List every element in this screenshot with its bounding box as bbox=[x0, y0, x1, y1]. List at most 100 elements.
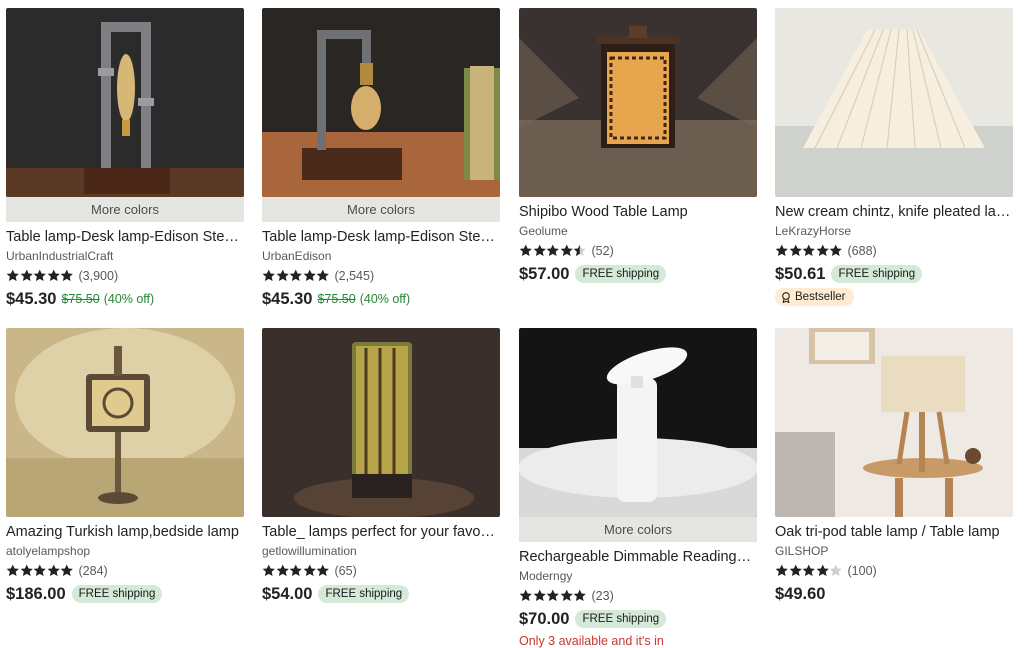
discount: (40% off) bbox=[103, 292, 155, 306]
rating: (3,900) bbox=[6, 268, 244, 284]
listing-card[interactable]: More colors Table lamp-Desk lamp-Edison … bbox=[262, 8, 500, 310]
listing-image[interactable] bbox=[6, 8, 244, 197]
shop-name[interactable]: getlowillumination bbox=[262, 543, 500, 559]
listing-card[interactable]: More colors Table lamp-Desk lamp-Edison … bbox=[6, 8, 244, 310]
listing-image[interactable] bbox=[519, 328, 757, 517]
price-row: $50.61 FREE shipping bbox=[775, 263, 1013, 285]
review-count: (100) bbox=[847, 564, 877, 578]
bestseller-badge: Bestseller bbox=[775, 288, 854, 306]
free-shipping-badge: FREE shipping bbox=[318, 585, 410, 603]
star-rating bbox=[262, 269, 330, 283]
listing-image[interactable] bbox=[262, 328, 500, 517]
price-row: $45.30 $75.50 (40% off) bbox=[262, 288, 500, 310]
star-icon bbox=[573, 244, 586, 257]
star-rating bbox=[519, 244, 587, 258]
shop-name[interactable]: LeKrazyHorse bbox=[775, 223, 1013, 239]
star-icon bbox=[560, 244, 573, 257]
star-icon bbox=[276, 564, 289, 577]
listing-card[interactable]: Oak tri-pod table lamp / Table lamp GILS… bbox=[775, 328, 1013, 605]
listing-title[interactable]: Table lamp-Desk lamp-Edison Steampunk la… bbox=[6, 228, 242, 246]
star-icon bbox=[20, 564, 33, 577]
star-icon bbox=[829, 564, 842, 577]
price: $186.00 bbox=[6, 584, 66, 603]
price: $50.61 bbox=[775, 264, 826, 283]
star-icon bbox=[519, 589, 532, 602]
review-count: (52) bbox=[591, 244, 614, 258]
more-colors-label[interactable]: More colors bbox=[262, 197, 500, 222]
white-cordless-lamp-image bbox=[519, 328, 757, 517]
listing-image[interactable] bbox=[519, 8, 757, 197]
price-row: $70.00 FREE shipping bbox=[519, 608, 757, 630]
listing-title[interactable]: Oak tri-pod table lamp / Table lamp bbox=[775, 523, 1011, 541]
listing-image[interactable] bbox=[775, 328, 1013, 517]
listing-title[interactable]: Amazing Turkish lamp,bedside lamp bbox=[6, 523, 242, 541]
shop-name[interactable]: Moderngy bbox=[519, 568, 757, 584]
rating: (2,545) bbox=[262, 268, 500, 284]
listing-card[interactable]: More colors Rechargeable Dimmable Readin… bbox=[519, 328, 757, 648]
wood-lantern-image bbox=[519, 8, 757, 197]
star-icon bbox=[303, 269, 316, 282]
free-shipping-badge: FREE shipping bbox=[831, 265, 923, 283]
listing-card[interactable]: New cream chintz, knife pleated lampshad… bbox=[775, 8, 1013, 308]
price-row: $186.00 FREE shipping bbox=[6, 583, 244, 605]
star-icon bbox=[789, 564, 802, 577]
star-icon bbox=[303, 564, 316, 577]
star-icon bbox=[33, 269, 46, 282]
listing-image[interactable] bbox=[775, 8, 1013, 197]
listing-title[interactable]: New cream chintz, knife pleated lampshad… bbox=[775, 203, 1011, 221]
listing-image[interactable] bbox=[6, 328, 244, 517]
review-count: (23) bbox=[591, 589, 614, 603]
listing-title[interactable]: Shipibo Wood Table Lamp bbox=[519, 203, 755, 221]
review-count: (3,900) bbox=[78, 269, 119, 283]
more-colors-label[interactable]: More colors bbox=[6, 197, 244, 222]
listing-card[interactable]: Amazing Turkish lamp,bedside lamp atolye… bbox=[6, 328, 244, 605]
listing-title[interactable]: Rechargeable Dimmable Reading Lamp bbox=[519, 548, 755, 566]
rating: (284) bbox=[6, 563, 244, 579]
shop-name[interactable]: GILSHOP bbox=[775, 543, 1013, 559]
star-icon bbox=[546, 244, 559, 257]
star-rating bbox=[775, 564, 843, 578]
listing-card[interactable]: Table_ lamps perfect for your favorite r… bbox=[262, 328, 500, 605]
discount: (40% off) bbox=[359, 292, 411, 306]
star-icon bbox=[546, 589, 559, 602]
free-shipping-badge: FREE shipping bbox=[575, 610, 667, 628]
star-icon bbox=[560, 589, 573, 602]
star-icon bbox=[33, 564, 46, 577]
star-icon bbox=[802, 564, 815, 577]
star-icon bbox=[519, 244, 532, 257]
star-icon bbox=[289, 564, 302, 577]
shop-name[interactable]: atolyelampshop bbox=[6, 543, 244, 559]
star-icon bbox=[533, 589, 546, 602]
star-icon bbox=[533, 244, 546, 257]
star-icon bbox=[802, 244, 815, 257]
shop-name[interactable]: UrbanIndustrialCraft bbox=[6, 248, 244, 264]
star-icon bbox=[573, 589, 586, 602]
original-price: $75.50 bbox=[317, 292, 356, 306]
price: $45.30 bbox=[6, 289, 57, 308]
listing-image[interactable] bbox=[262, 8, 500, 197]
star-icon bbox=[6, 269, 19, 282]
star-icon bbox=[276, 269, 289, 282]
listing-card[interactable]: Shipibo Wood Table Lamp Geolume (52) $57… bbox=[519, 8, 757, 285]
price: $70.00 bbox=[519, 609, 570, 628]
listing-grid: More colors Table lamp-Desk lamp-Edison … bbox=[0, 0, 1024, 648]
forest-cylinder-lamp-image bbox=[262, 328, 500, 517]
industrial-pipe-lamp-image bbox=[6, 8, 244, 197]
shop-name[interactable]: Geolume bbox=[519, 223, 757, 239]
rating: (52) bbox=[519, 243, 757, 259]
shop-name[interactable]: UrbanEdison bbox=[262, 248, 500, 264]
review-count: (65) bbox=[334, 564, 357, 578]
more-colors-label[interactable]: More colors bbox=[519, 517, 757, 542]
listing-title[interactable]: Table_ lamps perfect for your favorite r… bbox=[262, 523, 498, 541]
star-icon bbox=[47, 564, 60, 577]
star-icon bbox=[6, 564, 19, 577]
rating: (688) bbox=[775, 243, 1013, 259]
review-count: (688) bbox=[847, 244, 877, 258]
star-icon bbox=[20, 269, 33, 282]
star-icon bbox=[316, 269, 329, 282]
review-count: (2,545) bbox=[334, 269, 375, 283]
price: $57.00 bbox=[519, 264, 570, 283]
bestseller-label: Bestseller bbox=[795, 291, 846, 303]
price-row: $57.00 FREE shipping bbox=[519, 263, 757, 285]
listing-title[interactable]: Table lamp-Desk lamp-Edison Steampunk la… bbox=[262, 228, 498, 246]
